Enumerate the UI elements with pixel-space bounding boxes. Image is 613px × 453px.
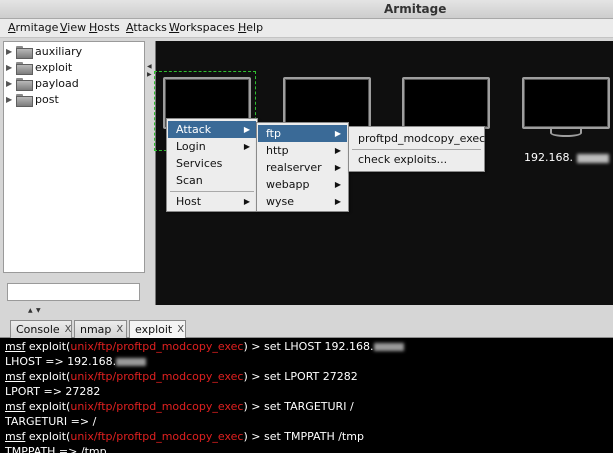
tab-console[interactable]: Console X (10, 320, 72, 338)
submenu-arrow-icon: ▶ (334, 197, 341, 206)
menu-attacks[interactable]: Attacks (126, 21, 167, 34)
console-output[interactable]: msf exploit(unix/ftp/proftpd_modcopy_exe… (0, 338, 613, 453)
submenu-arrow-icon: ▶ (334, 129, 341, 138)
menu-help[interactable]: Help (238, 21, 263, 34)
host-ip-label: 192.168. (524, 151, 573, 164)
folder-icon (16, 77, 33, 91)
menu-item-host[interactable]: Host ▶ (168, 193, 256, 210)
menu-item-ftp[interactable]: ftp ▶ (258, 125, 347, 142)
menu-item-realserver[interactable]: realserver ▶ (258, 159, 347, 176)
vertical-splitter[interactable]: ◀ ▶ (147, 41, 154, 305)
console-line: TMPPATH => /tmp (5, 445, 107, 453)
ftp-submenu: proftpd_modcopy_exec check exploits... (348, 126, 485, 172)
menu-view[interactable]: View (60, 21, 86, 34)
tab-bar: Console X nmap X exploit X (0, 318, 613, 338)
console-line: msf exploit(unix/ftp/proftpd_modcopy_exe… (5, 430, 364, 443)
menu-item-services[interactable]: Services (168, 155, 256, 172)
menu-item-wyse[interactable]: wyse ▶ (258, 193, 347, 210)
redacted-ip (373, 343, 404, 351)
redacted-ip (116, 358, 147, 366)
tree-item-auxiliary[interactable]: ▶ auxiliary (6, 43, 82, 59)
console-line: msf exploit(unix/ftp/proftpd_modcopy_exe… (5, 340, 404, 355)
expand-arrow-icon[interactable]: ▶ (6, 95, 16, 104)
horizontal-splitter[interactable]: ▲ ▼ (0, 306, 613, 318)
title-bar: Armitage (0, 0, 613, 19)
console-line: TARGETURI => / (5, 415, 97, 428)
host-context-menu: Attack ▶ Login ▶ Services Scan Host ▶ (166, 118, 258, 212)
menu-separator (352, 149, 481, 150)
console-line: LHOST => 192.168. (5, 355, 147, 370)
collapse-left-icon[interactable]: ◀ (147, 63, 152, 70)
attack-submenu: ftp ▶ http ▶ realserver ▶ webapp ▶ wyse ▶ (256, 122, 349, 212)
module-tree: ▶ auxiliary ▶ exploit ▶ payload ▶ post (3, 41, 145, 273)
window-title: Armitage (384, 2, 447, 16)
tab-exploit[interactable]: exploit X (129, 320, 186, 338)
menu-item-http[interactable]: http ▶ (258, 142, 347, 159)
submenu-arrow-icon: ▶ (243, 197, 250, 206)
tree-item-payload[interactable]: ▶ payload (6, 75, 79, 91)
close-tab-icon[interactable]: X (116, 324, 123, 335)
menu-hosts[interactable]: Hosts (89, 21, 120, 34)
folder-icon (16, 45, 33, 59)
menu-item-login[interactable]: Login ▶ (168, 138, 256, 155)
menu-item-scan[interactable]: Scan (168, 172, 256, 189)
expand-arrow-icon[interactable]: ▶ (6, 47, 16, 56)
tree-item-post[interactable]: ▶ post (6, 91, 59, 107)
submenu-arrow-icon: ▶ (334, 180, 341, 189)
folder-icon (16, 93, 33, 107)
menu-bar: Armitage View Hosts Attacks Workspaces H… (0, 19, 613, 38)
monitor-stand-icon (550, 129, 582, 137)
console-line: msf exploit(unix/ftp/proftpd_modcopy_exe… (5, 400, 354, 413)
collapse-up-icon[interactable]: ▲ (28, 307, 33, 314)
close-tab-icon[interactable]: X (177, 324, 184, 335)
expand-arrow-icon[interactable]: ▶ (6, 63, 16, 72)
submenu-arrow-icon: ▶ (243, 142, 250, 151)
host-monitor-icon[interactable] (402, 77, 490, 129)
folder-icon (16, 61, 33, 75)
menu-item-attack[interactable]: Attack ▶ (168, 121, 256, 138)
host-monitor-icon[interactable] (522, 77, 610, 129)
module-search-input[interactable] (7, 283, 140, 301)
menu-item-proftpd-modcopy-exec[interactable]: proftpd_modcopy_exec (350, 130, 485, 147)
submenu-arrow-icon: ▶ (334, 163, 341, 172)
collapse-right-icon[interactable]: ▶ (147, 71, 152, 78)
menu-armitage[interactable]: Armitage (8, 21, 58, 34)
menu-item-webapp[interactable]: webapp ▶ (258, 176, 347, 193)
console-line: msf exploit(unix/ftp/proftpd_modcopy_exe… (5, 370, 358, 383)
close-tab-icon[interactable]: X (65, 324, 72, 335)
menu-item-check-exploits[interactable]: check exploits... (350, 151, 483, 168)
console-line: LPORT => 27282 (5, 385, 101, 398)
submenu-arrow-icon: ▶ (243, 125, 250, 134)
tree-item-exploit[interactable]: ▶ exploit (6, 59, 72, 75)
collapse-down-icon[interactable]: ▼ (36, 307, 41, 314)
menu-workspaces[interactable]: Workspaces (169, 21, 235, 34)
tab-nmap[interactable]: nmap X (74, 320, 127, 338)
redacted-ip (577, 154, 609, 163)
expand-arrow-icon[interactable]: ▶ (6, 79, 16, 88)
submenu-arrow-icon: ▶ (334, 146, 341, 155)
menu-separator (170, 191, 254, 192)
